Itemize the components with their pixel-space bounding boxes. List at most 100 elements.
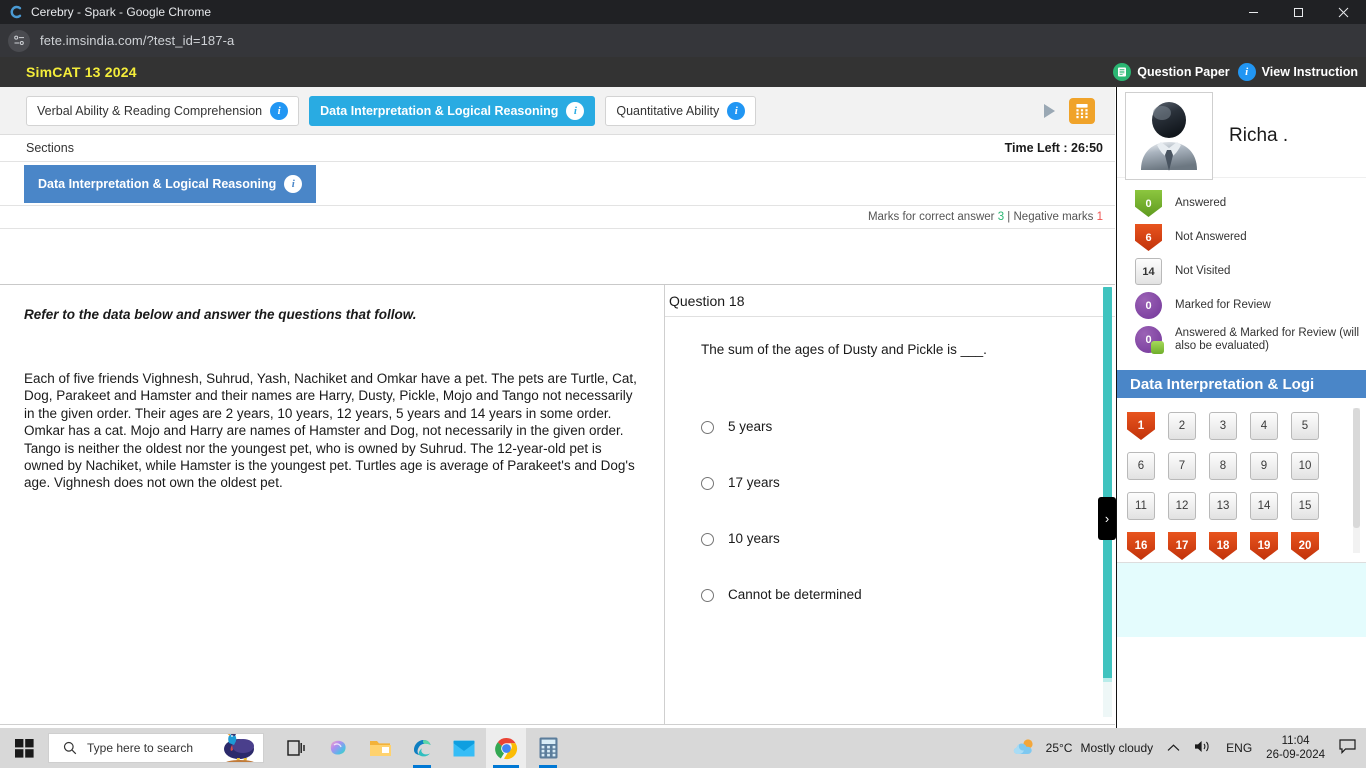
option-radio-2[interactable]	[701, 477, 714, 490]
minimize-button[interactable]	[1231, 0, 1276, 24]
info-icon[interactable]: i	[270, 101, 289, 120]
right-side-panel: Richa . 0 Answered 6 Not Answered 14 Not…	[1116, 87, 1366, 768]
marks-info-row: Marks for correct answer 3 | Negative ma…	[0, 206, 1115, 229]
palette-scrollbar-thumb[interactable]	[1353, 408, 1360, 528]
section-tab-quant-label: Quantitative Ability	[616, 103, 720, 118]
notification-center-icon[interactable]	[1339, 739, 1356, 757]
palette-question-number: 15	[1298, 500, 1312, 512]
section-tab-quant[interactable]: Quantitative Ability i	[605, 95, 757, 126]
show-hidden-icons-icon[interactable]	[1167, 741, 1180, 755]
section-tab-tools	[1044, 87, 1109, 135]
mail-icon[interactable]	[444, 728, 484, 768]
file-explorer-icon[interactable]	[360, 728, 400, 768]
search-placeholder: Type here to search	[87, 741, 194, 755]
option-radio-1[interactable]	[701, 421, 714, 434]
weather-widget[interactable]: 25°C Mostly cloudy	[1012, 737, 1153, 760]
address-bar[interactable]: fete.imsindia.com/?test_id=187-a	[40, 33, 234, 48]
calculator-icon[interactable]	[528, 728, 568, 768]
legend-label-not-answered: Not Answered	[1175, 231, 1247, 243]
legend-label-marked-review: Marked for Review	[1175, 299, 1271, 311]
palette-question-number: 10	[1298, 460, 1312, 472]
info-icon: i	[1237, 63, 1256, 81]
chrome-icon[interactable]	[486, 728, 526, 768]
palette-question-7[interactable]: 7	[1168, 452, 1196, 480]
volume-icon[interactable]	[1194, 739, 1212, 757]
taskbar-app-icons	[276, 728, 568, 768]
info-icon[interactable]: i	[727, 101, 746, 120]
legend-label-answered: Answered	[1175, 197, 1227, 209]
user-name: Richa .	[1229, 125, 1289, 146]
info-icon[interactable]: i	[284, 174, 303, 193]
palette-question-20[interactable]: 20	[1291, 532, 1319, 560]
not-answered-badge-icon: 6	[1135, 224, 1162, 251]
view-instruction-button[interactable]: i View Instruction	[1237, 63, 1358, 81]
palette-scrollbar[interactable]	[1353, 408, 1360, 553]
panel-drag-handle[interactable]: ›	[1098, 497, 1116, 540]
copilot-icon[interactable]	[318, 728, 358, 768]
option-radio-4[interactable]	[701, 589, 714, 602]
option-label-3: 10 years	[728, 531, 780, 546]
maximize-button[interactable]	[1276, 0, 1321, 24]
question-pane-scrollbar-thumb[interactable]	[1103, 287, 1112, 682]
site-settings-icon[interactable]	[8, 29, 30, 52]
palette-question-19[interactable]: 19	[1250, 532, 1278, 560]
clock-time: 11:04	[1281, 735, 1310, 747]
marks-correct-value: 3	[997, 211, 1005, 223]
current-section-label: Data Interpretation & Logical Reasoning	[38, 176, 277, 191]
calculator-icon[interactable]	[1069, 98, 1095, 124]
search-input[interactable]: Type here to search	[48, 733, 264, 763]
palette-question-15[interactable]: 15	[1291, 492, 1319, 520]
current-section-pill[interactable]: Data Interpretation & Logical Reasoning …	[24, 164, 317, 203]
close-button[interactable]	[1321, 0, 1366, 24]
palette-question-4[interactable]: 4	[1250, 412, 1278, 440]
palette-question-5[interactable]: 5	[1291, 412, 1319, 440]
option-row-4[interactable]: Cannot be determined	[701, 587, 1115, 643]
user-profile: Richa .	[1117, 87, 1366, 180]
palette-question-10[interactable]: 10	[1291, 452, 1319, 480]
option-label-1: 5 years	[728, 419, 773, 434]
palette-question-2[interactable]: 2	[1168, 412, 1196, 440]
palette-question-12[interactable]: 12	[1168, 492, 1196, 520]
option-row-1[interactable]: 5 years	[701, 419, 1115, 475]
time-left-display: Time Left : 26:50	[1004, 141, 1103, 155]
palette-header: Data Interpretation & Logi	[1117, 370, 1366, 398]
palette-question-3[interactable]: 3	[1209, 412, 1237, 440]
legend-row-not-answered: 6 Not Answered	[1135, 224, 1366, 251]
marks-separator: |	[1007, 211, 1011, 223]
language-indicator[interactable]: ENG	[1226, 741, 1252, 755]
clock[interactable]: 11:04 26-09-2024	[1266, 734, 1325, 762]
chevron-right-icon[interactable]	[1044, 104, 1055, 118]
palette-question-8[interactable]: 8	[1209, 452, 1237, 480]
section-tab-verbal[interactable]: Verbal Ability & Reading Comprehension i	[26, 95, 300, 126]
marked-review-badge-icon: 0	[1135, 292, 1162, 319]
palette-question-6[interactable]: 6	[1127, 452, 1155, 480]
option-row-3[interactable]: 10 years	[701, 531, 1115, 587]
palette-question-1[interactable]: 1	[1127, 412, 1155, 440]
option-row-2[interactable]: 17 years	[701, 475, 1115, 531]
palette-question-14[interactable]: 14	[1250, 492, 1278, 520]
search-icon	[63, 741, 77, 755]
palette-question-9[interactable]: 9	[1250, 452, 1278, 480]
palette-question-13[interactable]: 13	[1209, 492, 1237, 520]
palette-question-number: 5	[1301, 420, 1309, 432]
question-paper-button[interactable]: Question Paper	[1113, 63, 1230, 81]
question-text: The sum of the ages of Dusty and Pickle …	[701, 342, 987, 357]
palette-question-17[interactable]: 17	[1168, 532, 1196, 560]
palette-question-number: 8	[1219, 460, 1227, 472]
palette-question-18[interactable]: 18	[1209, 532, 1237, 560]
palette-question-11[interactable]: 11	[1127, 492, 1155, 520]
edge-icon[interactable]	[402, 728, 442, 768]
option-radio-3[interactable]	[701, 533, 714, 546]
info-icon[interactable]: i	[566, 101, 585, 120]
task-view-icon[interactable]	[276, 728, 316, 768]
marks-correct-label: Marks for correct answer	[867, 211, 995, 223]
palette-question-16[interactable]: 16	[1127, 532, 1155, 560]
section-tab-dilr[interactable]: Data Interpretation & Logical Reasoning …	[309, 95, 596, 126]
browser-window-title: Cerebry - Spark - Google Chrome	[31, 5, 212, 19]
palette-question-number: 11	[1135, 500, 1147, 512]
start-icon[interactable]	[0, 728, 48, 768]
legend-row-answered-marked-review: 0 Answered & Marked for Review (will als…	[1135, 326, 1366, 354]
temperature-text: 25°C	[1045, 741, 1073, 755]
palette-question-number: 13	[1216, 500, 1230, 512]
palette-question-number: 2	[1178, 420, 1186, 432]
